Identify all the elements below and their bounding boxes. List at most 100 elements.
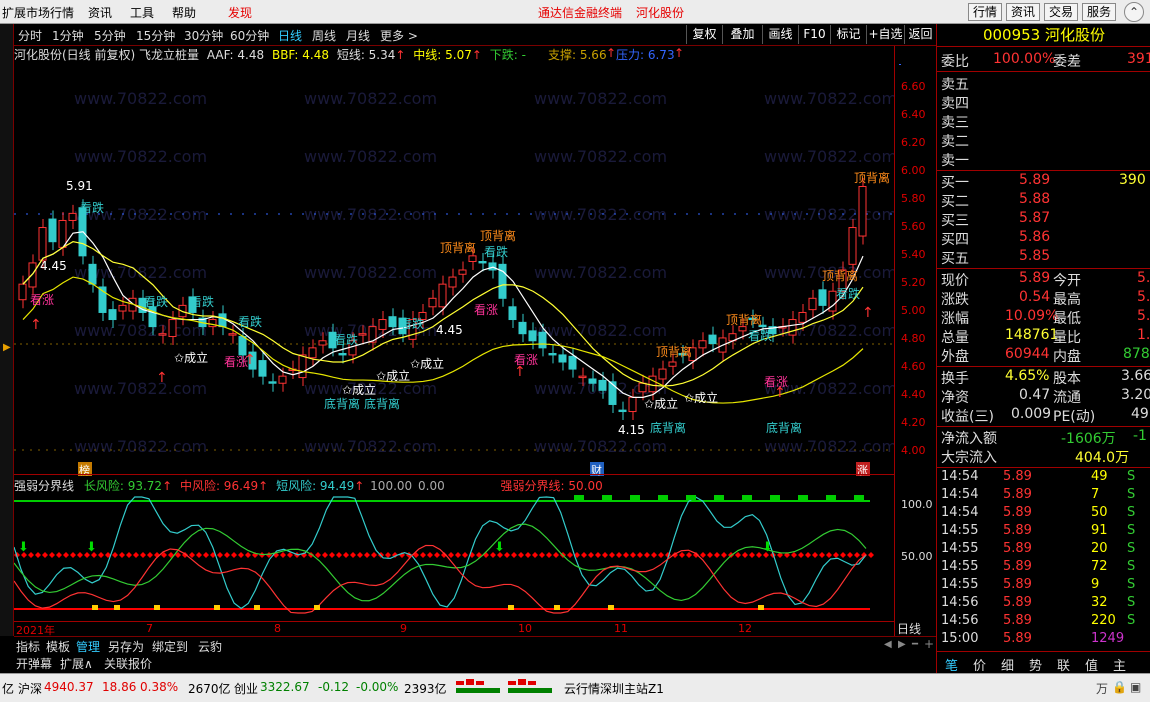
candle <box>468 255 477 263</box>
bullish-label: 看涨 <box>30 292 54 307</box>
zoom-out-icon[interactable]: ━ <box>912 639 918 650</box>
menu-tools[interactable]: 工具 <box>130 4 154 21</box>
strength-line-marker <box>868 552 874 558</box>
danmaku-button[interactable]: 开弹幕 <box>16 655 52 672</box>
indicator-chart[interactable]: ⬇ ⬇ ⬇ ⬇ <box>14 493 894 621</box>
stock-header: 000953 河化股份 <box>937 24 1150 46</box>
strength-line-marker <box>742 552 748 558</box>
tab-price[interactable]: 价 <box>973 655 986 674</box>
info-button[interactable]: 资讯 <box>1006 3 1041 21</box>
tab-indicator[interactable]: 指标 <box>16 638 40 655</box>
tab-trend[interactable]: 势 <box>1029 655 1042 674</box>
bid-row: 买五 5.85 <box>941 248 1051 267</box>
bottom-divergence-label: 底背离 <box>364 396 400 411</box>
tick-row: 14:54 5.89 49 S <box>941 469 1136 484</box>
back-button[interactable]: 返回 <box>904 25 936 44</box>
low-price-label: 4.45 <box>436 323 463 337</box>
menu-discover[interactable]: 发现 <box>228 4 252 21</box>
scroll-right-icon[interactable]: ▶ <box>898 639 906 650</box>
cy-index-name[interactable]: 创业 <box>234 680 258 697</box>
strength-line-marker <box>357 552 363 558</box>
expand-arrow-icon[interactable]: ▶ <box>3 342 11 353</box>
tab-bind[interactable]: 绑定到 <box>152 638 188 655</box>
candle <box>58 219 67 248</box>
cy-index-pct: -0.00% <box>356 680 399 694</box>
period-tab[interactable]: 周线 <box>312 27 336 44</box>
period-tab-selected[interactable]: 日线 <box>278 27 302 44</box>
expand-button[interactable]: 扩展∧ <box>60 655 93 672</box>
menu-bar: 扩展市场行情 资讯 工具 帮助 发现 通达信金融终端 河化股份 行情 资讯 交易… <box>0 0 1150 24</box>
quotes-button[interactable]: 行情 <box>968 3 1003 21</box>
stock-code: 000953 <box>982 26 1041 44</box>
tab-trades[interactable]: 笔 <box>945 655 958 674</box>
candle <box>28 262 37 288</box>
stock-title: 河化股份 <box>636 6 685 20</box>
tab-save-as[interactable]: 另存为 <box>108 638 144 655</box>
watermark-text: www.70822.com <box>534 89 667 108</box>
strength-line-marker <box>42 552 48 558</box>
chart-info: 河化股份(日线 前复权) 飞龙立桩量 AAF: 4.48 BBF: 4.48 短… <box>14 46 685 62</box>
signal-bar <box>630 495 640 500</box>
period-tab[interactable]: 30分钟 <box>184 27 223 44</box>
zoom-in-icon[interactable]: + <box>924 637 934 651</box>
tick-row: 14:55 5.89 91 S <box>941 523 1136 538</box>
period-tab[interactable]: 60分钟 <box>230 27 269 44</box>
strength-line-marker <box>322 552 328 558</box>
candle <box>68 212 77 221</box>
add-favorite-button[interactable]: +自选 <box>866 25 904 44</box>
tab-cloud[interactable]: 云豹 <box>198 638 222 655</box>
period-tab[interactable]: 分时 <box>18 27 42 44</box>
period-tab[interactable]: 月线 <box>346 27 370 44</box>
stock-name: 河化股份 <box>1045 26 1106 44</box>
draw-button[interactable]: 画线 <box>762 25 798 44</box>
bid-row: 买一 5.89 390 <box>941 172 1146 191</box>
candle <box>698 340 707 349</box>
period-tab[interactable]: 1分钟 <box>52 27 84 44</box>
watermark-text: www.70822.com <box>764 437 894 456</box>
menu-help[interactable]: 帮助 <box>172 4 196 21</box>
strength-line-marker <box>511 552 517 558</box>
overlay-button[interactable]: 叠加 <box>722 25 762 44</box>
watermark-text: www.70822.com <box>74 89 207 108</box>
adjust-button[interactable]: 复权 <box>686 25 722 44</box>
tab-main[interactable]: 主 <box>1113 655 1126 674</box>
f10-button[interactable]: F10 <box>798 25 830 44</box>
menu-news[interactable]: 资讯 <box>88 4 112 21</box>
signal-bar <box>574 495 584 500</box>
mark-button[interactable]: 标记 <box>830 25 866 44</box>
period-tab[interactable]: 15分钟 <box>136 27 175 44</box>
signal-bar <box>214 605 220 610</box>
tab-value[interactable]: 值 <box>1085 655 1098 674</box>
ask-row: 卖一 <box>941 150 1147 169</box>
weibi-value: 100.00% <box>993 51 1056 67</box>
weicha-label: 委差 <box>1053 54 1081 70</box>
chevron-up-icon[interactable]: ⌃ <box>1124 2 1144 22</box>
x-axis-mode[interactable]: 日线 <box>897 620 921 637</box>
period-more[interactable]: 更多 > <box>380 27 418 44</box>
strength-line-marker <box>329 552 335 558</box>
tab-related[interactable]: 联 <box>1057 655 1070 674</box>
tick-list[interactable]: 14:54 5.89 49 S 14:54 5.89 7 S 14:54 5.89 50 S 14:55… <box>941 469 1150 649</box>
menu-extended-market[interactable]: 扩展市场行情 <box>2 4 74 21</box>
sh-index-name[interactable]: 沪深 <box>18 680 42 697</box>
tab-manage[interactable]: 管理 <box>76 638 100 655</box>
network-icon[interactable]: ▣ <box>1130 680 1141 694</box>
signal-bar <box>608 605 614 610</box>
candle <box>548 353 557 356</box>
tab-detail[interactable]: 细 <box>1001 655 1014 674</box>
candle <box>88 263 97 285</box>
period-tab[interactable]: 5分钟 <box>94 27 126 44</box>
service-button[interactable]: 服务 <box>1082 3 1117 21</box>
lock-icon[interactable]: 🔒 <box>1112 680 1127 694</box>
low-price-label: 4.15 <box>618 423 645 437</box>
price-chart[interactable]: www.70822.com www.70822.com www.70822.com w… <box>14 64 894 477</box>
related-quote-button[interactable]: 关联报价 <box>104 655 152 672</box>
scroll-left-icon[interactable]: ◀ <box>884 639 892 650</box>
trade-button[interactable]: 交易 <box>1044 3 1079 21</box>
server-name[interactable]: 云行情深圳主站Z1 <box>564 680 664 697</box>
signal-bar <box>658 495 668 500</box>
bearish-label: 看跌 <box>80 200 104 215</box>
buy-arrow-icon: ↑ <box>156 370 168 386</box>
tab-template[interactable]: 模板 <box>46 638 70 655</box>
status-right-code: 万 <box>1096 682 1109 696</box>
